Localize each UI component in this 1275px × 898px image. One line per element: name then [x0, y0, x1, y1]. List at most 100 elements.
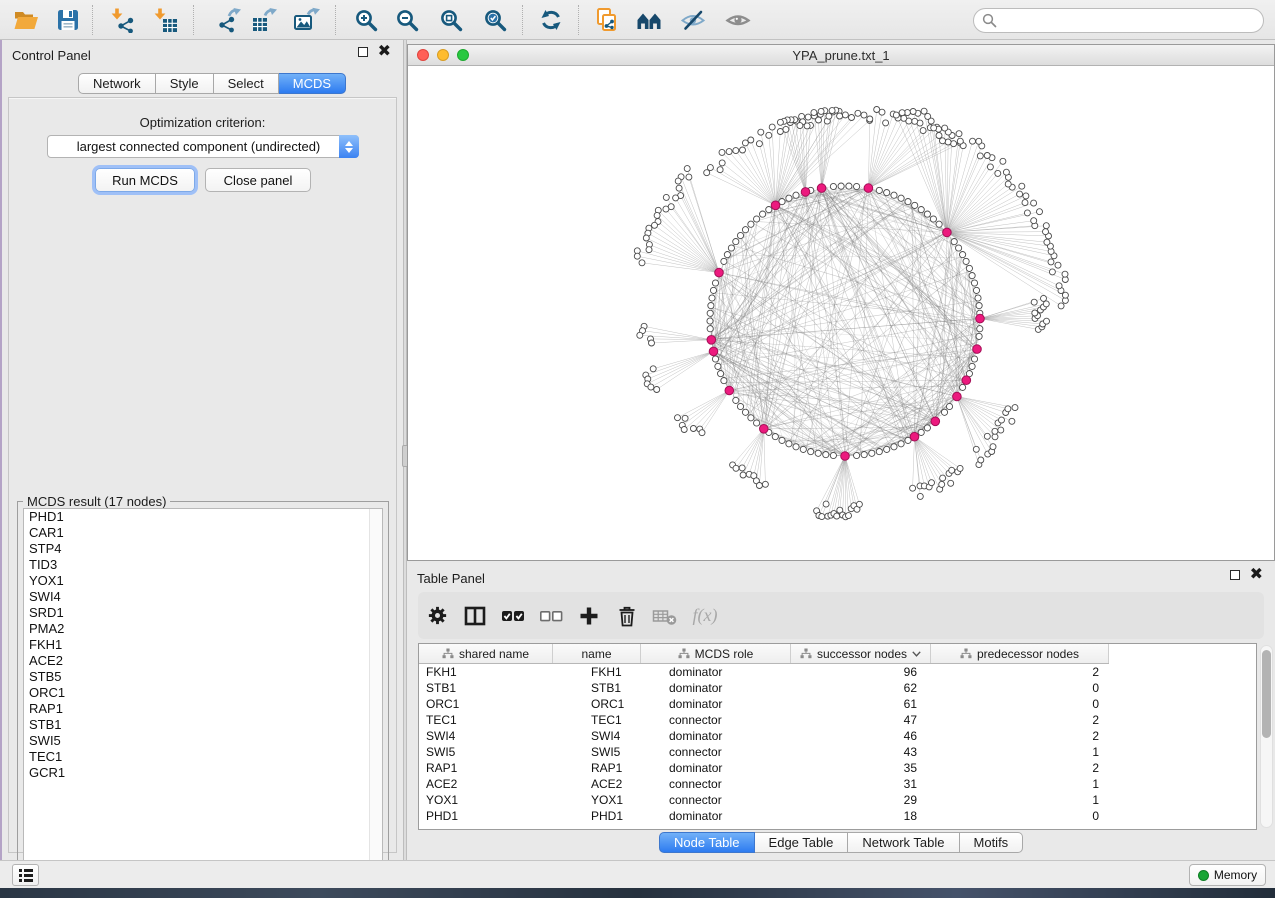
- tab-node-table[interactable]: Node Table: [659, 832, 755, 853]
- task-list-button[interactable]: [12, 864, 39, 886]
- cell-successor_nodes: 46: [791, 728, 931, 744]
- mcds-result-item[interactable]: YOX1: [24, 573, 382, 589]
- network-window-titlebar[interactable]: YPA_prune.txt_1: [408, 45, 1274, 66]
- table-body: FKH1FKH1dominator962STB1STB1dominator620…: [419, 664, 1256, 824]
- tab-style[interactable]: Style: [156, 73, 214, 94]
- mcds-result-item[interactable]: STB5: [24, 669, 382, 685]
- export-network-icon[interactable]: [212, 4, 246, 36]
- mcds-result-item[interactable]: SRD1: [24, 605, 382, 621]
- select-all-icon[interactable]: [494, 598, 532, 634]
- close-panel-icon[interactable]: ✖: [1250, 570, 1263, 580]
- tab-network[interactable]: Network: [78, 73, 156, 94]
- cell-successor_nodes: 31: [791, 776, 931, 792]
- mcds-result-list[interactable]: PHD1CAR1STP4TID3YOX1SWI4SRD1PMA2FKH1ACE2…: [23, 508, 383, 867]
- cell-successor_nodes: 35: [791, 760, 931, 776]
- zoom-in-icon[interactable]: [349, 4, 383, 36]
- mcds-result-item[interactable]: GCR1: [24, 765, 382, 781]
- scrollbar-thumb[interactable]: [1262, 650, 1271, 738]
- table-row[interactable]: ORC1ORC1dominator610: [419, 696, 1109, 712]
- mcds-result-item[interactable]: FKH1: [24, 637, 382, 653]
- cell-name: ORC1: [553, 696, 641, 712]
- table-row[interactable]: RAP1RAP1dominator352: [419, 760, 1109, 776]
- network-graph-canvas[interactable]: [408, 66, 1274, 560]
- mcds-result-item[interactable]: PHD1: [24, 509, 382, 525]
- mcds-panel-body: Optimization criterion: largest connecte…: [8, 97, 397, 853]
- list-icon: [19, 869, 33, 882]
- column-type-icon: [800, 648, 812, 659]
- cell-predecessor_nodes: 2: [931, 728, 1109, 744]
- function-builder-icon[interactable]: f(x): [684, 598, 722, 634]
- mcds-result-item[interactable]: SWI5: [24, 733, 382, 749]
- mcds-result-item[interactable]: STP4: [24, 541, 382, 557]
- cell-mcds_role: connector: [641, 792, 791, 808]
- float-panel-icon[interactable]: [358, 47, 368, 57]
- memory-button[interactable]: Memory: [1189, 864, 1266, 886]
- tab-edge-table[interactable]: Edge Table: [755, 832, 849, 853]
- table-row[interactable]: TEC1TEC1connector472: [419, 712, 1109, 728]
- column-header-predecessor-nodes[interactable]: predecessor nodes: [931, 644, 1109, 663]
- mcds-result-item[interactable]: ORC1: [24, 685, 382, 701]
- cell-name: ACE2: [553, 776, 641, 792]
- optimization-criterion-select[interactable]: largest connected component (undirected): [47, 135, 359, 158]
- mcds-result-title: MCDS result (17 nodes): [23, 494, 170, 509]
- deselect-all-icon[interactable]: [532, 598, 570, 634]
- close-panel-button[interactable]: Close panel: [205, 168, 311, 192]
- table-row[interactable]: SWI4SWI4dominator462: [419, 728, 1109, 744]
- save-session-icon[interactable]: [51, 4, 85, 36]
- mcds-result-item[interactable]: PMA2: [24, 621, 382, 637]
- table-row[interactable]: SWI5SWI5connector431: [419, 744, 1109, 760]
- zoom-out-icon[interactable]: [390, 4, 424, 36]
- run-mcds-button[interactable]: Run MCDS: [95, 168, 195, 192]
- zoom-selected-icon[interactable]: [478, 4, 512, 36]
- table-row[interactable]: STB1STB1dominator620: [419, 680, 1109, 696]
- tab-motifs[interactable]: Motifs: [960, 832, 1024, 853]
- table-scrollbar[interactable]: [1260, 645, 1273, 828]
- add-column-icon[interactable]: [570, 598, 608, 634]
- column-header-label: successor nodes: [817, 647, 907, 661]
- table-row[interactable]: ACE2ACE2connector311: [419, 776, 1109, 792]
- column-header-name[interactable]: name: [553, 644, 641, 663]
- mcds-result-item[interactable]: CAR1: [24, 525, 382, 541]
- tab-network-table[interactable]: Network Table: [848, 832, 959, 853]
- tab-mcds[interactable]: MCDS: [279, 73, 346, 94]
- export-table-icon[interactable]: [247, 4, 281, 36]
- toolbar-separator: [522, 5, 523, 35]
- show-all-icon[interactable]: [721, 4, 755, 36]
- column-header-successor-nodes[interactable]: successor nodes: [791, 644, 931, 663]
- mcds-result-item[interactable]: RAP1: [24, 701, 382, 717]
- mcds-result-item[interactable]: SWI4: [24, 589, 382, 605]
- show-columns-icon[interactable]: [456, 598, 494, 634]
- delete-column-icon[interactable]: [608, 598, 646, 634]
- import-table-icon[interactable]: [149, 4, 183, 36]
- search-input[interactable]: [1002, 13, 1263, 28]
- mcds-result-item[interactable]: ACE2: [24, 653, 382, 669]
- cell-mcds_role: dominator: [641, 680, 791, 696]
- column-header-MCDS-role[interactable]: MCDS role: [641, 644, 791, 663]
- mcds-result-item[interactable]: STB1: [24, 717, 382, 733]
- search-field[interactable]: [973, 8, 1264, 33]
- list-scrollbar[interactable]: [369, 509, 382, 866]
- column-header-shared-name[interactable]: shared name: [419, 644, 553, 663]
- close-panel-icon[interactable]: ✖: [378, 47, 391, 57]
- first-neighbors-icon[interactable]: [633, 4, 667, 36]
- zoom-fit-icon[interactable]: [434, 4, 468, 36]
- import-network-icon[interactable]: [106, 4, 140, 36]
- refresh-layout-icon[interactable]: [534, 4, 568, 36]
- table-row[interactable]: FKH1FKH1dominator962: [419, 664, 1109, 680]
- mcds-result-item[interactable]: TID3: [24, 557, 382, 573]
- open-session-icon[interactable]: [9, 4, 43, 36]
- mcds-result-item[interactable]: TEC1: [24, 749, 382, 765]
- table-settings-icon[interactable]: [418, 598, 456, 634]
- hide-selected-icon[interactable]: [676, 4, 710, 36]
- cell-name: STB1: [553, 680, 641, 696]
- clone-network-icon[interactable]: [590, 4, 624, 36]
- delete-table-icon[interactable]: [646, 598, 684, 634]
- export-image-icon[interactable]: [289, 4, 323, 36]
- column-header-label: name: [581, 647, 611, 661]
- table-row[interactable]: PHD1PHD1dominator180: [419, 808, 1109, 824]
- cell-shared_name: SWI4: [419, 728, 553, 744]
- table-row[interactable]: YOX1YOX1connector291: [419, 792, 1109, 808]
- float-panel-icon[interactable]: [1230, 570, 1240, 580]
- memory-label: Memory: [1214, 868, 1257, 882]
- tab-select[interactable]: Select: [214, 73, 279, 94]
